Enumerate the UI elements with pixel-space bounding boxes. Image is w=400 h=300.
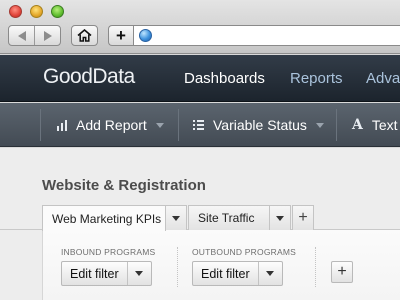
toolbar-divider [40, 109, 41, 141]
new-tab-button[interactable]: + [108, 25, 133, 46]
dashboard-toolbar: Add Report Variable Status A Text [0, 103, 400, 147]
filter-dropdown-toggle[interactable] [257, 262, 282, 285]
tab-label: Site Traffic [198, 211, 255, 225]
dashboard-content: Website & Registration Web Marketing KPI… [0, 148, 400, 300]
zoom-window-button[interactable] [51, 5, 64, 18]
app-header: GoodData Dashboards Reports Adva [0, 55, 400, 102]
variable-status-button[interactable]: Variable Status [193, 116, 324, 134]
chevron-down-icon [315, 122, 324, 128]
add-text-button[interactable]: A Text [352, 116, 398, 134]
tab-label: Web Marketing KPIs [52, 211, 162, 226]
chevron-down-icon [266, 271, 275, 276]
toolbar-divider [178, 109, 179, 141]
add-report-label: Add Report [76, 117, 147, 133]
filter-inbound-programs: INBOUND PROGRAMS Edit filter [61, 247, 156, 286]
filter-dropdown-toggle[interactable] [126, 262, 151, 285]
back-button[interactable] [9, 26, 34, 45]
minimize-window-button[interactable] [30, 5, 43, 18]
close-window-button[interactable] [9, 5, 22, 18]
tab-site-traffic[interactable]: Site Traffic [188, 205, 270, 230]
back-forward-control [8, 25, 61, 46]
nav-dashboards[interactable]: Dashboards [184, 70, 265, 87]
toolbar-divider [336, 109, 337, 141]
chevron-down-icon [155, 122, 164, 128]
tab-web-marketing-kpis[interactable]: Web Marketing KPIs [42, 205, 166, 231]
filter-separator [315, 247, 316, 287]
filter-label: INBOUND PROGRAMS [61, 247, 156, 257]
add-filter-button[interactable]: + [331, 261, 353, 283]
back-arrow-icon [17, 30, 26, 41]
edit-filter-label: Edit filter [201, 266, 250, 281]
edit-filter-button[interactable]: Edit filter [192, 261, 283, 286]
add-report-button[interactable]: Add Report [57, 116, 164, 134]
logo-text-good: Good [43, 65, 93, 88]
logo-text-data: Data [92, 65, 135, 88]
add-tab-button[interactable]: + [292, 205, 314, 230]
nav-advanced[interactable]: Adva [366, 70, 400, 87]
filter-separator [177, 247, 178, 287]
globe-icon [139, 29, 152, 42]
filter-panel: INBOUND PROGRAMS Edit filter OUTBOUND PR… [42, 230, 400, 300]
home-button[interactable] [71, 25, 98, 46]
page-title: Website & Registration [42, 177, 206, 194]
gooddata-logo[interactable]: GoodData [43, 65, 135, 89]
tab-menu-button[interactable] [269, 205, 291, 230]
forward-arrow-icon [43, 30, 52, 41]
home-icon [77, 29, 92, 42]
filter-outbound-programs: OUTBOUND PROGRAMS Edit filter [192, 247, 296, 286]
variable-status-label: Variable Status [213, 117, 307, 133]
edit-filter-label: Edit filter [70, 266, 119, 281]
text-icon: A [352, 117, 363, 133]
filter-label: OUTBOUND PROGRAMS [192, 247, 296, 257]
dashboard-tabs: Web Marketing KPIs Site Traffic + [0, 205, 400, 231]
edit-filter-button[interactable]: Edit filter [61, 261, 152, 286]
chevron-down-icon [276, 215, 284, 221]
chevron-down-icon [135, 271, 144, 276]
list-icon [193, 120, 204, 130]
bar-chart-icon [57, 119, 67, 131]
browser-chrome: + [0, 0, 400, 54]
add-text-label: Text [371, 117, 398, 133]
chevron-down-icon [172, 215, 180, 221]
address-bar[interactable] [133, 25, 400, 46]
forward-button[interactable] [34, 26, 60, 45]
nav-reports[interactable]: Reports [290, 70, 343, 87]
